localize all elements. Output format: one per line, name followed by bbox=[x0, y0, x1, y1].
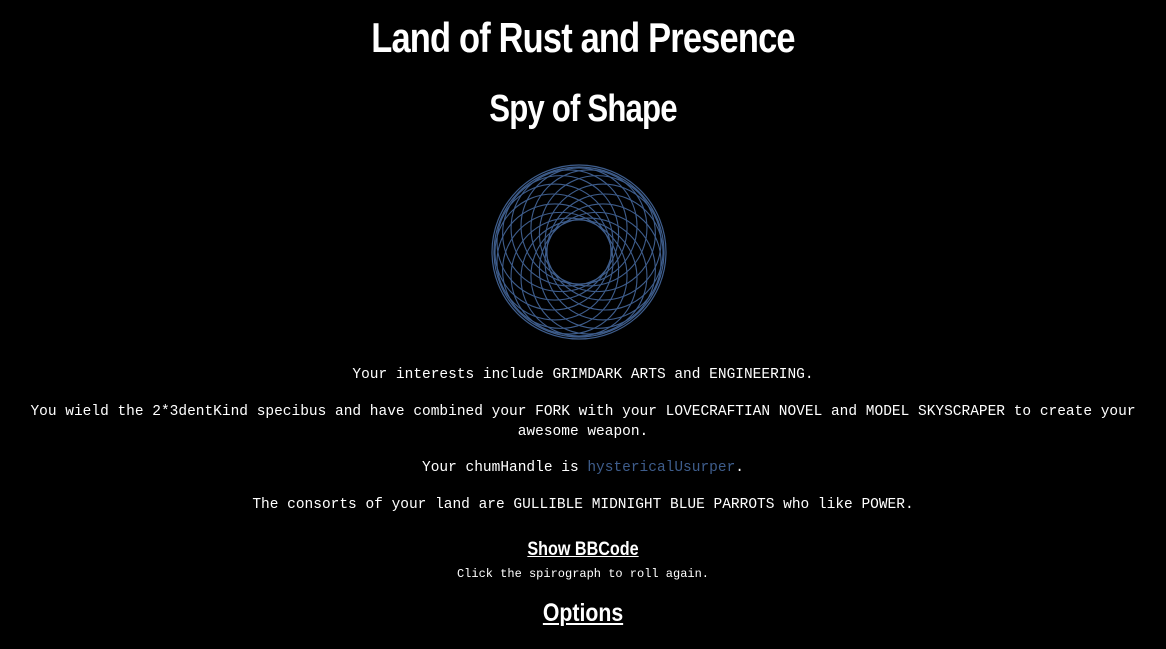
chumhandle-value: hystericalUsurper bbox=[587, 460, 736, 476]
spirograph-button[interactable] bbox=[489, 162, 669, 342]
consorts-text: The consorts of your land are GULLIBLE M… bbox=[252, 497, 914, 513]
show-bbcode-link[interactable]: Show BBCode bbox=[87, 538, 1078, 562]
land-title: Land of Rust and Presence bbox=[371, 14, 795, 61]
chumhandle-text: Your chumHandle is hystericalUsurper. bbox=[20, 458, 1146, 478]
interests-text: Your interests include GRIMDARK ARTS and… bbox=[352, 367, 814, 383]
chumhandle-prefix: Your chumHandle is bbox=[422, 460, 588, 476]
page: Land of Rust and Presence Spy of Shape Y… bbox=[0, 0, 1166, 649]
options-link[interactable]: Options bbox=[87, 598, 1078, 628]
weapon-text: You wield the 2*3dentKind specibus and h… bbox=[30, 404, 1136, 440]
spirograph-icon bbox=[491, 164, 667, 340]
class-title: Spy of Shape bbox=[489, 88, 677, 130]
roll-hint-text: Click the spirograph to roll again. bbox=[456, 567, 710, 581]
chumhandle-suffix: . bbox=[735, 460, 744, 476]
